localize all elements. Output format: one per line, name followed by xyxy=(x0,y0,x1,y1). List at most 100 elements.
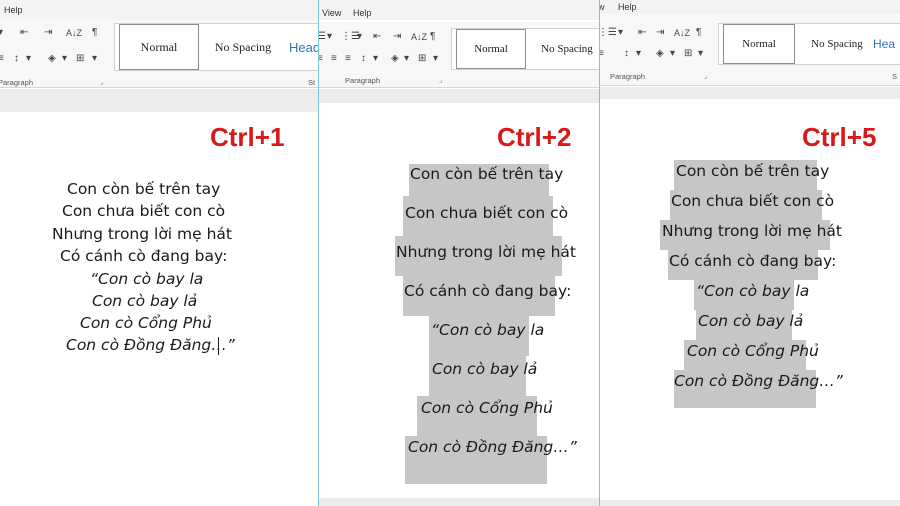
page-gap xyxy=(319,89,599,103)
poem-line: “Con cò bay la xyxy=(431,321,545,339)
borders-icon[interactable]: ⊞ xyxy=(76,53,84,65)
panel-ctrl-1: Help ▾ ⇤ ⇥ A↓Z ¶ ≡ ↕ ▾ ◈ ▾ ⊞ ▾ Paragraph… xyxy=(0,0,318,506)
borders-icon[interactable]: ⊞ xyxy=(684,48,692,60)
shading-dropdown-icon[interactable]: ▾ xyxy=(404,53,409,65)
page-gap xyxy=(0,89,318,112)
paragraph-launcher-icon[interactable]: ⌟ xyxy=(439,76,442,84)
pilcrow-icon[interactable]: ¶ xyxy=(430,31,435,43)
borders-icon[interactable]: ⊞ xyxy=(418,53,426,65)
ribbon: ▾ ⇤ ⇥ A↓Z ¶ ≡ ↕ ▾ ◈ ▾ ⊞ ▾ Paragraph ⌟ No… xyxy=(0,20,318,88)
poem-line: Có cánh cò đang bay: xyxy=(404,282,572,300)
line-spacing-dropdown-icon[interactable]: ▾ xyxy=(26,53,31,65)
align-center-icon[interactable]: ≡ xyxy=(331,53,337,65)
shading-icon[interactable]: ◈ xyxy=(656,48,664,60)
paragraph-group-label: Paragraph xyxy=(345,76,381,85)
page-gap xyxy=(600,87,900,99)
shortcut-label: Ctrl+2 xyxy=(497,122,572,152)
styles-group-label: S xyxy=(892,72,898,81)
decrease-indent-icon[interactable]: ⇤ xyxy=(373,31,381,43)
bullets-icon[interactable]: ☰ xyxy=(319,31,326,43)
line-spacing-icon[interactable]: ↕ xyxy=(361,53,366,65)
poem-line: Con còn bế trên tay xyxy=(67,180,221,198)
poem-line: Con cò bay lả xyxy=(698,312,804,330)
increase-indent-icon[interactable]: ⇥ xyxy=(656,27,664,39)
increase-indent-icon[interactable]: ⇥ xyxy=(44,27,52,39)
text-cursor xyxy=(218,337,219,355)
ribbon: ☰ ▾ ⋮☰ ▾ ⇤ ⇥ A↓Z ¶ ≡ ≡ ≡ ↕ ▾ ◈ ▾ ⊞ ▾ Par… xyxy=(319,22,599,88)
poem-line: Con cò bay lả xyxy=(92,292,198,310)
numbering-dropdown-icon[interactable]: ▾ xyxy=(0,27,3,39)
shading-icon[interactable]: ◈ xyxy=(48,53,56,65)
style-no-spacing[interactable]: No Spacing xyxy=(797,24,877,64)
line-spacing-icon[interactable]: ↕ xyxy=(624,48,629,60)
shading-dropdown-icon[interactable]: ▾ xyxy=(670,48,675,60)
panel-ctrl-2: View Help ☰ ▾ ⋮☰ ▾ ⇤ ⇥ A↓Z ¶ ≡ ≡ ≡ ↕ ▾ ◈… xyxy=(319,0,599,506)
style-no-spacing[interactable]: No Spacing xyxy=(530,29,599,69)
styles-gallery: Normal No Spacing xyxy=(451,28,599,70)
poem-line: Con chưa biết con cò xyxy=(671,192,835,210)
numbering-dropdown-icon[interactable]: ▾ xyxy=(357,31,362,43)
menu-bar: Help xyxy=(0,0,318,20)
styles-group-label: St xyxy=(308,78,316,87)
borders-dropdown-icon[interactable]: ▾ xyxy=(698,48,703,60)
page-gap-bottom xyxy=(600,500,900,506)
align-right-icon[interactable]: ≡ xyxy=(345,53,351,65)
poem-line: Nhưng trong lời mẹ hát xyxy=(396,243,576,261)
sort-icon[interactable]: A↓Z xyxy=(411,31,427,43)
increase-indent-icon[interactable]: ⇥ xyxy=(393,31,401,43)
style-heading[interactable]: Hea xyxy=(869,24,900,64)
style-normal[interactable]: Normal xyxy=(119,24,199,70)
pilcrow-icon[interactable]: ¶ xyxy=(92,27,97,39)
shading-dropdown-icon[interactable]: ▾ xyxy=(62,53,67,65)
decrease-indent-icon[interactable]: ⇤ xyxy=(638,27,646,39)
menu-help[interactable]: Help xyxy=(4,5,23,15)
poem-line: Con chưa biết con cò xyxy=(62,202,226,220)
menu-view[interactable]: View xyxy=(322,8,341,18)
menu-help[interactable]: Help xyxy=(353,8,372,18)
menu-view[interactable]: w xyxy=(600,2,605,12)
sort-icon[interactable]: A↓Z xyxy=(674,27,690,39)
panel-ctrl-5: w Help ⋮☰ ▾ ⇤ ⇥ A↓Z ¶ ≡ ↕ ▾ ◈ ▾ ⊞ ▾ Para… xyxy=(600,0,900,506)
line-spacing-dropdown-icon[interactable]: ▾ xyxy=(373,53,378,65)
numbering-icon[interactable]: ⋮☰ xyxy=(600,27,617,39)
borders-dropdown-icon[interactable]: ▾ xyxy=(433,53,438,65)
paragraph-group-label: Paragraph xyxy=(0,78,34,87)
shortcut-label: Ctrl+5 xyxy=(802,122,877,152)
poem-line: Nhưng trong lời mẹ hát xyxy=(662,222,842,240)
poem-line: Con chưa biết con cò xyxy=(405,204,569,222)
line-spacing-icon[interactable]: ↕ xyxy=(14,53,19,65)
style-heading[interactable]: Head xyxy=(285,24,318,70)
style-normal[interactable]: Normal xyxy=(456,29,526,69)
poem-line: Nhưng trong lời mẹ hát xyxy=(52,225,232,243)
numbering-dropdown-icon[interactable]: ▾ xyxy=(618,27,623,39)
styles-gallery: Normal No Spacing Head xyxy=(114,23,318,71)
styles-gallery: Normal No Spacing Hea xyxy=(718,23,900,65)
style-no-spacing[interactable]: No Spacing xyxy=(203,24,283,70)
menu-help[interactable]: Help xyxy=(618,2,637,12)
sort-icon[interactable]: A↓Z xyxy=(66,27,82,39)
ribbon: ⋮☰ ▾ ⇤ ⇥ A↓Z ¶ ≡ ↕ ▾ ◈ ▾ ⊞ ▾ Paragraph ⌟… xyxy=(600,14,900,86)
poem-line: Con cò Đồng Đăng…” xyxy=(66,336,235,354)
poem-line: Con còn bế trên tay xyxy=(410,165,564,183)
paragraph-group-label: Paragraph xyxy=(610,72,646,81)
poem-line: Con cò Cổng Phủ xyxy=(80,314,212,332)
poem-line: Con cò Đồng Đăng…” xyxy=(674,372,843,390)
poem-line: “Con cò bay la xyxy=(90,270,204,288)
poem-line: Con cò bay lả xyxy=(432,360,538,378)
align-left-icon[interactable]: ≡ xyxy=(319,53,323,65)
pilcrow-icon[interactable]: ¶ xyxy=(696,27,701,39)
poem-line: “Con cò bay la xyxy=(696,282,810,300)
align-justify-icon[interactable]: ≡ xyxy=(600,48,604,60)
paragraph-launcher-icon[interactable]: ⌟ xyxy=(704,72,707,80)
borders-dropdown-icon[interactable]: ▾ xyxy=(92,53,97,65)
paragraph-launcher-icon[interactable]: ⌟ xyxy=(100,78,103,86)
shading-icon[interactable]: ◈ xyxy=(391,53,399,65)
bullets-dropdown-icon[interactable]: ▾ xyxy=(327,31,332,43)
decrease-indent-icon[interactable]: ⇤ xyxy=(20,27,28,39)
align-justify-icon[interactable]: ≡ xyxy=(0,53,4,65)
poem-line: Con cò Cổng Phủ xyxy=(687,342,819,360)
style-normal[interactable]: Normal xyxy=(723,24,795,64)
poem-line: Có cánh cò đang bay: xyxy=(669,252,837,270)
line-spacing-dropdown-icon[interactable]: ▾ xyxy=(636,48,641,60)
poem-line: Có cánh cò đang bay: xyxy=(60,247,228,265)
